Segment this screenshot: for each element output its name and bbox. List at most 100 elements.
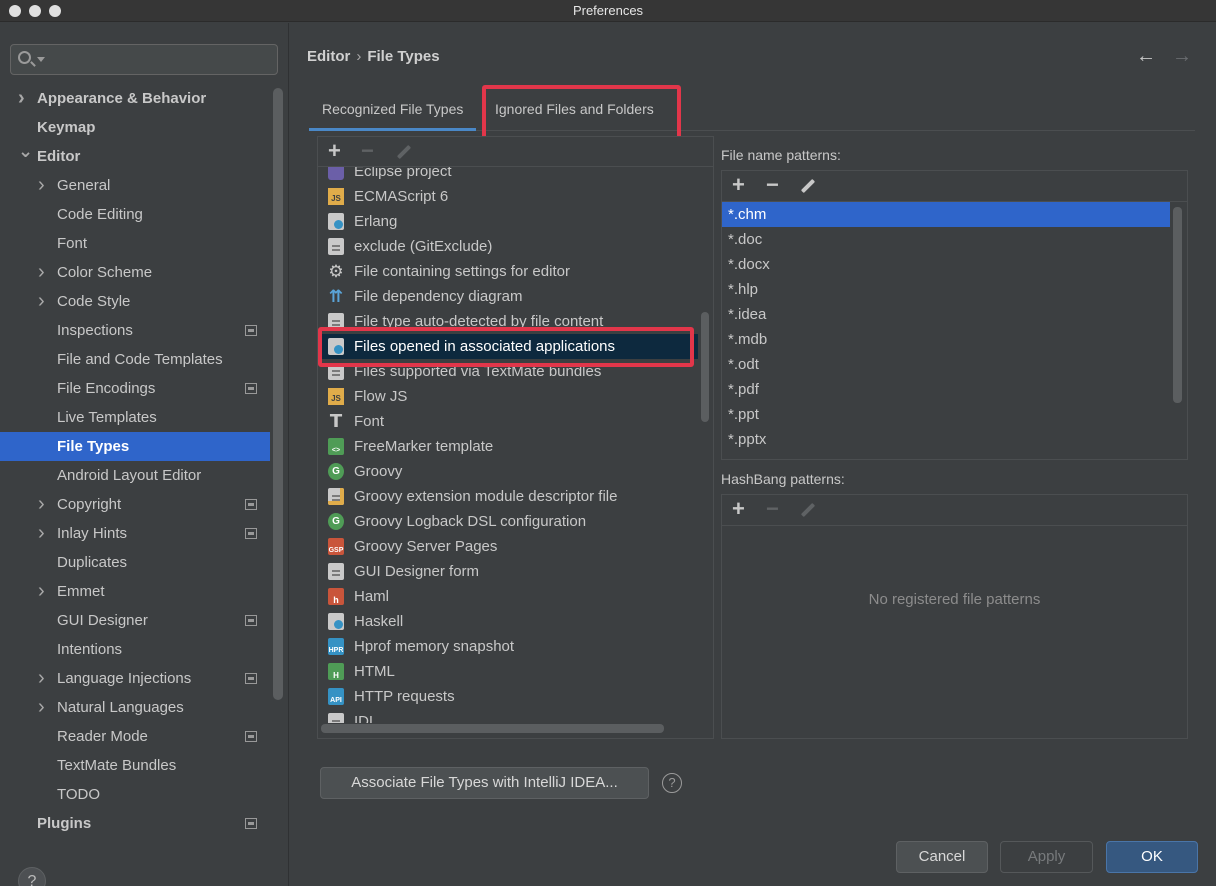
patterns-scrollbar[interactable] (1173, 207, 1182, 403)
chevron-right-icon[interactable]: › (38, 519, 52, 548)
chevron-right-icon[interactable]: › (38, 287, 52, 316)
file-type-row[interactable]: Haskell (318, 609, 698, 634)
add-pattern-button[interactable]: + (732, 174, 745, 196)
edit-hashbang-pencil-icon[interactable] (800, 502, 816, 518)
breadcrumb-separator-icon: › (356, 48, 362, 65)
sidebar-item[interactable]: › Emmet (0, 577, 270, 606)
pattern-row[interactable]: *.chm (722, 202, 1170, 227)
remove-pattern-button[interactable]: − (766, 174, 779, 196)
file-type-row[interactable]: T Font (318, 409, 698, 434)
ok-button[interactable]: OK (1106, 841, 1198, 873)
gear-icon: ⚙ (328, 262, 344, 281)
apply-button[interactable]: Apply (1000, 841, 1093, 873)
project-level-icon (245, 528, 257, 539)
sidebar-item[interactable]: Duplicates (0, 548, 270, 577)
file-type-row[interactable]: IDL (318, 709, 698, 723)
pattern-row[interactable]: *.idea (722, 302, 1170, 327)
edit-pencil-icon[interactable] (396, 144, 412, 160)
sidebar-item[interactable]: › Inlay Hints (0, 519, 270, 548)
sidebar-scrollbar[interactable] (273, 88, 283, 700)
file-type-row[interactable]: JS Flow JS (318, 384, 698, 409)
search-input[interactable] (10, 44, 278, 75)
file-type-label: Eclipse project (354, 167, 452, 180)
sidebar-item[interactable]: › Copyright (0, 490, 270, 519)
sidebar-item[interactable]: Keymap (0, 113, 270, 142)
back-arrow-icon[interactable]: ← (1136, 45, 1156, 68)
sidebar-item[interactable]: Intentions (0, 635, 270, 664)
sidebar-item[interactable]: › Language Injections (0, 664, 270, 693)
add-file-type-button[interactable]: + (328, 140, 341, 162)
pattern-row[interactable]: *.pdf (722, 377, 1170, 402)
chevron-right-icon[interactable]: › (18, 84, 32, 113)
file-type-row[interactable]: <> FreeMarker template (318, 434, 698, 459)
sidebar-item[interactable]: › Code Style (0, 287, 270, 316)
help-question-icon[interactable]: ? (662, 773, 682, 793)
file-type-row[interactable]: H HTML (318, 659, 698, 684)
file-type-row[interactable]: ⚙ File containing settings for editor (318, 259, 698, 284)
file-type-row[interactable]: GSP Groovy Server Pages (318, 534, 698, 559)
sidebar-item[interactable]: TextMate Bundles (0, 751, 270, 780)
file-type-label: Hprof memory snapshot (354, 638, 515, 655)
sidebar-item[interactable]: ⌄ Editor (0, 141, 270, 171)
file-types-horizontal-scrollbar[interactable] (321, 724, 664, 733)
cancel-button[interactable]: Cancel (896, 841, 988, 873)
chevron-right-icon[interactable]: › (38, 577, 52, 606)
chevron-right-icon[interactable]: › (38, 171, 52, 200)
sidebar-item[interactable]: GUI Designer (0, 606, 270, 635)
file-type-row[interactable]: JS ECMAScript 6 (318, 184, 698, 209)
font-icon: T (329, 411, 343, 432)
pattern-row[interactable]: *.mdb (722, 327, 1170, 352)
forward-arrow-icon[interactable]: → (1172, 45, 1192, 68)
sidebar-item-label: Keymap (37, 119, 96, 136)
pattern-row[interactable]: *.hlp (722, 277, 1170, 302)
pattern-row[interactable]: *.docx (722, 252, 1170, 277)
sidebar-item[interactable]: › Natural Languages (0, 693, 270, 722)
file-types-vertical-scrollbar[interactable] (701, 312, 709, 422)
sidebar-item[interactable]: › Color Scheme (0, 258, 270, 287)
add-hashbang-button[interactable]: + (732, 498, 745, 520)
chevron-down-icon[interactable]: ⌄ (18, 137, 33, 166)
sidebar-item[interactable]: TODO (0, 780, 270, 809)
chevron-right-icon[interactable]: › (38, 258, 52, 287)
sidebar-item[interactable]: Live Templates (0, 403, 270, 432)
pattern-row[interactable]: *.doc (722, 227, 1170, 252)
file-type-row[interactable]: exclude (GitExclude) (318, 234, 698, 259)
sidebar-item[interactable]: › Appearance & Behavior (0, 84, 270, 113)
file-type-row[interactable]: G Groovy Logback DSL configuration (318, 509, 698, 534)
help-button[interactable]: ? (18, 867, 46, 886)
pattern-row[interactable]: *.pptx (722, 427, 1170, 452)
file-type-row[interactable]: GUI Designer form (318, 559, 698, 584)
sidebar-item[interactable]: Font (0, 229, 270, 258)
pattern-row[interactable]: *.odt (722, 352, 1170, 377)
file-type-row[interactable]: G Groovy (318, 459, 698, 484)
remove-hashbang-button[interactable]: − (766, 498, 779, 520)
sidebar-item[interactable]: › General (0, 171, 270, 200)
file-type-row[interactable]: HPR Hprof memory snapshot (318, 634, 698, 659)
sidebar-item[interactable]: Android Layout Editor (0, 461, 270, 490)
associate-file-types-button[interactable]: Associate File Types with IntelliJ IDEA.… (320, 767, 649, 799)
eclipse-icon (328, 167, 344, 180)
file-type-row[interactable]: Eclipse project (318, 167, 698, 184)
sidebar-item[interactable]: Inspections (0, 316, 270, 345)
file-type-label: exclude (GitExclude) (354, 238, 493, 255)
pattern-row[interactable]: *.ppt (722, 402, 1170, 427)
search-history-dropdown-icon[interactable] (37, 57, 45, 62)
sidebar-item[interactable]: File Types (0, 432, 270, 461)
chevron-right-icon[interactable]: › (38, 693, 52, 722)
file-type-row[interactable]: Erlang (318, 209, 698, 234)
edit-pattern-pencil-icon[interactable] (800, 178, 816, 194)
file-type-row[interactable]: Groovy extension module descriptor file (318, 484, 698, 509)
sidebar-item[interactable]: Code Editing (0, 200, 270, 229)
remove-file-type-button[interactable]: − (361, 140, 374, 162)
file-type-row[interactable]: API HTTP requests (318, 684, 698, 709)
file-type-row[interactable]: ⇈ File dependency diagram (318, 284, 698, 309)
sidebar-item[interactable]: Plugins (0, 809, 270, 838)
chevron-right-icon[interactable]: › (38, 490, 52, 519)
sidebar-item[interactable]: File and Code Templates (0, 345, 270, 374)
sidebar-item[interactable]: File Encodings (0, 374, 270, 403)
file-type-row[interactable]: h Haml (318, 584, 698, 609)
chevron-right-icon[interactable]: › (38, 664, 52, 693)
file-name-patterns-list: *.chm *.doc *.docx *.hlp *.idea *.mdb *.odt *.p… (722, 202, 1170, 452)
tab-recognized-file-types[interactable]: Recognized File Types (309, 90, 477, 131)
sidebar-item[interactable]: Reader Mode (0, 722, 270, 751)
